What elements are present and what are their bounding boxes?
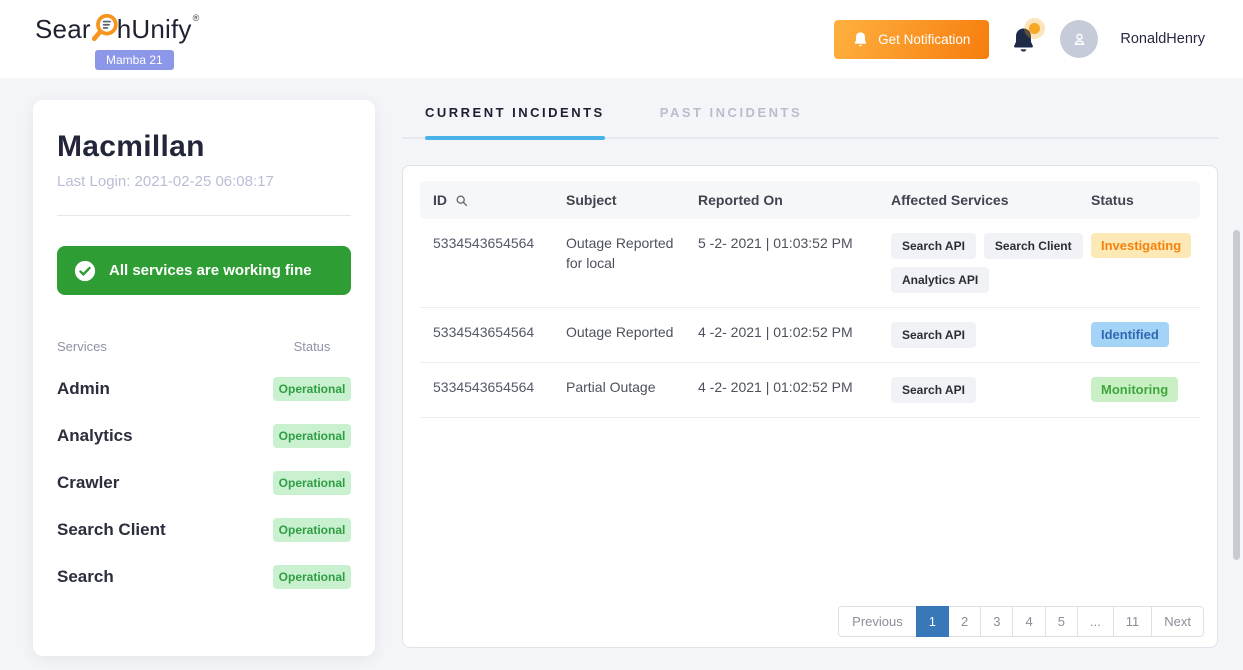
services-list-header: Services Status <box>57 339 351 354</box>
logo-text-post: hUnify <box>117 14 192 45</box>
incident-id: 5334543654564 <box>420 377 566 397</box>
service-status-badge: Operational <box>273 377 351 401</box>
affected-service-chip: Analytics API <box>891 267 989 293</box>
status-column-label: Status <box>273 339 351 354</box>
customer-status-card: Macmillan Last Login: 2021-02-25 06:08:1… <box>33 100 375 656</box>
service-status-badge: Operational <box>273 565 351 589</box>
check-circle-icon <box>74 260 96 282</box>
page-button-4[interactable]: 4 <box>1012 606 1045 637</box>
service-status-badge: Operational <box>273 424 351 448</box>
column-header-status: Status <box>1091 192 1200 208</box>
affected-service-chip: Search API <box>891 233 976 259</box>
header-actions: Get Notification RonaldHenry <box>834 20 1205 59</box>
column-header-label: Affected Services <box>891 192 1009 208</box>
username[interactable]: RonaldHenry <box>1120 31 1205 47</box>
services-column-label: Services <box>57 339 107 354</box>
incidents-panel: ID Subject Reported On Affected Services St… <box>402 165 1218 648</box>
page-button-3[interactable]: 3 <box>980 606 1013 637</box>
incident-id: 5334543654564 <box>420 322 566 342</box>
incident-status-badge: Investigating <box>1091 233 1191 258</box>
services-list: AdminOperationalAnalyticsOperationalCraw… <box>57 377 351 589</box>
service-row: Analytics Operational <box>57 424 351 448</box>
column-header-label: ID <box>433 192 447 208</box>
registered-mark: ® <box>193 13 200 23</box>
magnifier-icon <box>90 11 120 50</box>
avatar[interactable] <box>1060 20 1098 58</box>
pagination: Previous12345...11Next <box>838 606 1204 637</box>
column-header-affected-services: Affected Services <box>891 192 1091 208</box>
service-name: Search <box>57 567 114 587</box>
page-button-5[interactable]: 5 <box>1045 606 1078 637</box>
incident-status-badge: Monitoring <box>1091 377 1178 402</box>
notification-dot <box>1029 23 1040 34</box>
page-button-previous[interactable]: Previous <box>838 606 917 637</box>
incident-row: 5334543654564Outage Reported for local5 … <box>420 219 1200 308</box>
tab-past-incidents[interactable]: PAST INCIDENTS <box>660 95 802 137</box>
incident-subject: Outage Reported <box>566 322 698 342</box>
mamba-version-badge: Mamba 21 <box>95 50 174 70</box>
column-header-reported-on: Reported On <box>698 192 891 208</box>
logo-wordmark: Sear hUnify ® <box>35 9 199 50</box>
service-name: Crawler <box>57 473 119 493</box>
incident-subject: Outage Reported for local <box>566 233 698 274</box>
incidents-table-body: 5334543654564Outage Reported for local5 … <box>420 219 1200 418</box>
column-header-id: ID <box>420 192 566 208</box>
incident-reported-on: 4 -2- 2021 | 01:02:52 PM <box>698 322 891 342</box>
column-header-label: Subject <box>566 192 617 208</box>
service-row: Search Client Operational <box>57 518 351 542</box>
scrollbar[interactable] <box>1233 230 1240 560</box>
incident-status-badge: Identified <box>1091 322 1169 347</box>
incidents-section: CURRENT INCIDENTS PAST INCIDENTS ID Subje… <box>402 95 1218 648</box>
banner-message: All services are working fine <box>109 262 312 279</box>
service-row: Admin Operational <box>57 377 351 401</box>
incident-status-cell: Monitoring <box>1091 377 1200 402</box>
customer-name: Macmillan <box>57 130 351 164</box>
column-header-label: Status <box>1091 192 1134 208</box>
incident-row: 5334543654564Partial Outage4 -2- 2021 | … <box>420 363 1200 418</box>
incident-status-cell: Identified <box>1091 322 1200 347</box>
get-notification-label: Get Notification <box>878 32 970 47</box>
service-row: Crawler Operational <box>57 471 351 495</box>
incident-affected-services: Search API Search Client Analytics API <box>891 233 1091 301</box>
service-status-badge: Operational <box>273 471 351 495</box>
incident-subject: Partial Outage <box>566 377 698 397</box>
tab-current-incidents[interactable]: CURRENT INCIDENTS <box>425 95 605 137</box>
affected-service-chip: Search Client <box>984 233 1083 259</box>
page-button-1[interactable]: 1 <box>916 606 949 637</box>
page-button-11[interactable]: 11 <box>1113 606 1153 637</box>
app-header: Sear hUnify ® Mamba 21 <box>0 0 1243 78</box>
id-search-icon[interactable] <box>455 194 468 207</box>
last-login: Last Login: 2021-02-25 06:08:17 <box>57 173 351 190</box>
affected-service-chip: Search API <box>891 377 976 403</box>
incident-row: 5334543654564Outage Reported4 -2- 2021 |… <box>420 308 1200 363</box>
notification-bell-icon[interactable] <box>1011 24 1038 54</box>
person-icon <box>1070 30 1089 49</box>
service-name: Search Client <box>57 520 166 540</box>
incidents-table-header: ID Subject Reported On Affected Services St… <box>420 181 1200 219</box>
incident-affected-services: Search API <box>891 377 1091 411</box>
incidents-tabs: CURRENT INCIDENTS PAST INCIDENTS <box>402 95 1218 139</box>
bell-icon <box>853 31 868 48</box>
incident-reported-on: 5 -2- 2021 | 01:03:52 PM <box>698 233 891 253</box>
divider <box>57 215 351 216</box>
incident-affected-services: Search API <box>891 322 1091 356</box>
service-row: Search Operational <box>57 565 351 589</box>
incident-reported-on: 4 -2- 2021 | 01:02:52 PM <box>698 377 891 397</box>
column-header-subject: Subject <box>566 192 698 208</box>
service-name: Admin <box>57 379 110 399</box>
get-notification-button[interactable]: Get Notification <box>834 20 989 59</box>
page-button-2[interactable]: 2 <box>948 606 981 637</box>
incident-id: 5334543654564 <box>420 233 566 253</box>
logo[interactable]: Sear hUnify ® Mamba 21 <box>35 9 199 70</box>
service-status-badge: Operational <box>273 518 351 542</box>
service-name: Analytics <box>57 426 133 446</box>
page-button-ellipsis[interactable]: ... <box>1077 606 1114 637</box>
affected-service-chip: Search API <box>891 322 976 348</box>
column-header-label: Reported On <box>698 192 783 208</box>
logo-text-pre: Sear <box>35 14 91 45</box>
page-button-next[interactable]: Next <box>1151 606 1204 637</box>
all-services-banner: All services are working fine <box>57 246 351 295</box>
incident-status-cell: Investigating <box>1091 233 1200 258</box>
